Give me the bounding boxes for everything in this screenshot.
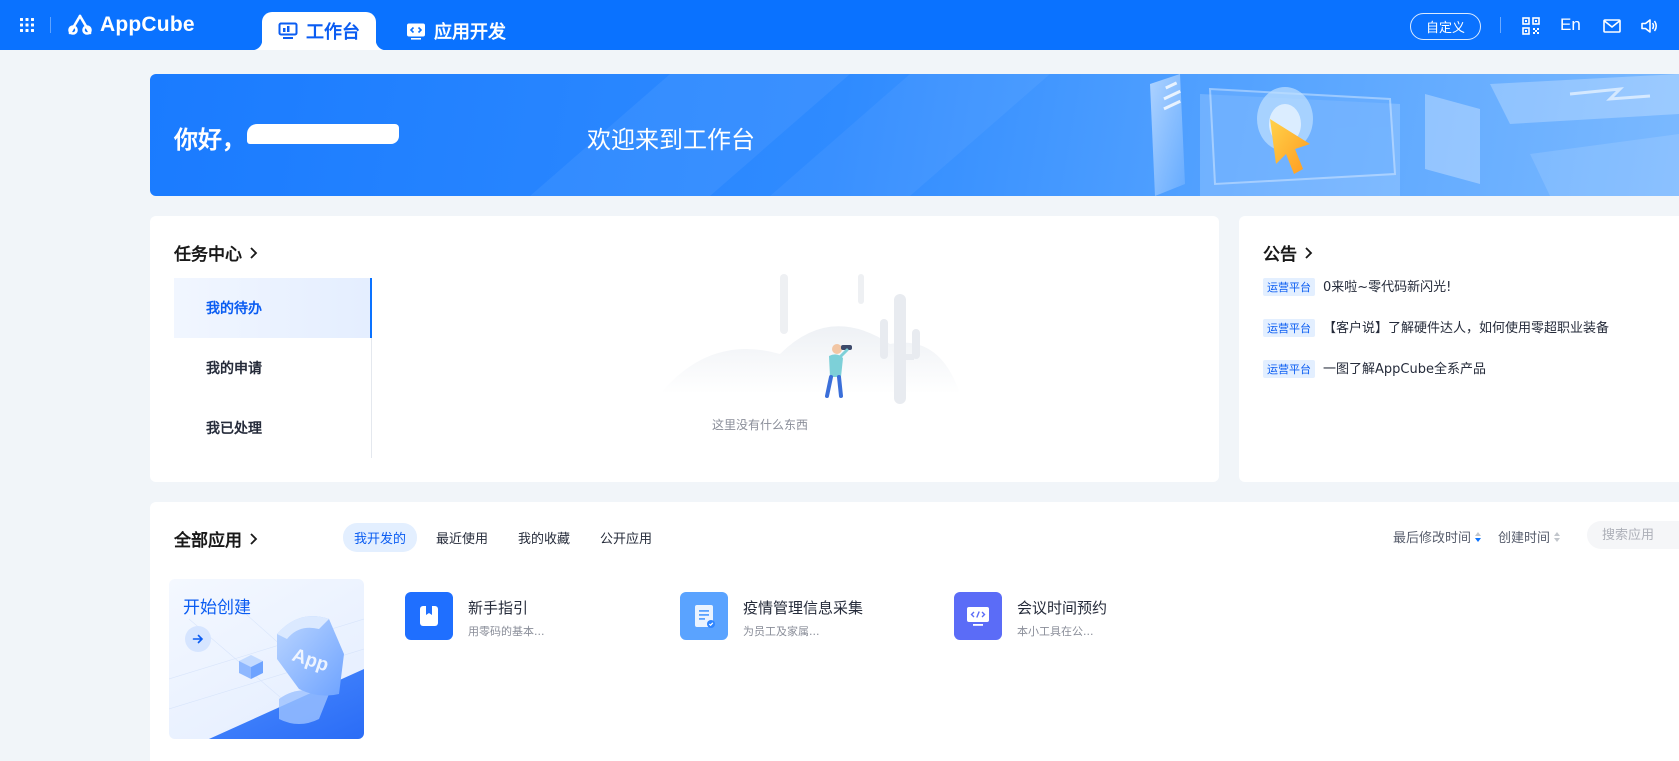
logo-text: AppCube (100, 13, 195, 36)
chevron-right-icon (250, 246, 258, 259)
task-menu-applied[interactable]: 我的申请 (174, 338, 371, 398)
app-tile-guide[interactable]: 新手指引 用零码的基本... (405, 592, 545, 640)
announcement-list: 运营平台 0来啦~零代码新闪光! 运营平台 【客户说】了解硬件达人，如何使用零超… (1263, 276, 1609, 399)
announcement-item[interactable]: 运营平台 0来啦~零代码新闪光! (1263, 276, 1609, 317)
announcement-text: 一图了解AppCube全系产品 (1323, 362, 1486, 377)
empty-state-label: 这里没有什么东西 (712, 418, 809, 432)
app-desc: 本小工具在公... (1017, 625, 1094, 638)
arrow-right-icon (192, 634, 204, 644)
welcome-banner: 你好， 欢迎来到工作台 (150, 74, 1679, 196)
task-menu: 我的待办 我的申请 我已处理 (174, 278, 372, 458)
sort-group: 最后修改时间 创建时间 (1393, 527, 1561, 546)
appcube-logo-icon (68, 14, 92, 35)
start-create-label: 开始创建 (183, 598, 251, 618)
mail-icon[interactable] (1602, 16, 1622, 36)
bookmark-icon (405, 592, 453, 640)
announcement-text: 0来啦~零代码新闪光! (1323, 280, 1452, 295)
filter-tab-public[interactable]: 公开应用 (589, 523, 663, 552)
all-apps-title[interactable]: 全部应用 (174, 526, 260, 551)
sort-by-modified[interactable]: 最后修改时间 (1393, 527, 1482, 546)
form-icon (680, 592, 728, 640)
sort-by-modified-label: 最后修改时间 (1393, 531, 1472, 546)
greeting-text: 你好， (174, 126, 246, 154)
app-tile-text: 疫情管理信息采集 为员工及家属... (743, 592, 863, 640)
task-center-card: 任务中心 我的待办 我的申请 我已处理 这里没有什么东西 (150, 216, 1219, 482)
welcome-text: 欢迎来到工作台 (587, 126, 755, 154)
start-create-card[interactable]: App 开始创建 (169, 579, 364, 739)
app-name: 疫情管理信息采集 (743, 599, 864, 617)
app-name: 会议时间预约 (1017, 599, 1108, 617)
tab-workbench[interactable]: 工作台 (252, 12, 386, 50)
announcement-title-text: 公告 (1263, 245, 1297, 265)
app-filter-tabs: 我开发的 最近使用 我的收藏 公开应用 (343, 523, 663, 552)
app-desc: 为员工及家属... (743, 625, 820, 638)
app-tile-meeting[interactable]: 会议时间预约 本小工具在公... (954, 592, 1107, 640)
top-separator (1500, 17, 1501, 33)
app-name: 新手指引 (468, 599, 529, 617)
filter-tab-recent[interactable]: 最近使用 (425, 523, 499, 552)
app-tile-text: 会议时间预约 本小工具在公... (1017, 592, 1107, 640)
tab-app-dev[interactable]: 应用开发 (390, 12, 522, 50)
announcement-item[interactable]: 运营平台 一图了解AppCube全系产品 (1263, 358, 1609, 399)
filter-tab-my-developed[interactable]: 我开发的 (343, 523, 418, 552)
all-apps-card: 全部应用 我开发的 最近使用 我的收藏 公开应用 最后修改时间 创建时间 搜索应… (150, 502, 1679, 761)
search-app-input[interactable] (1587, 521, 1679, 549)
announcement-text: 【客户说】了解硬件达人，如何使用零超职业装备 (1323, 321, 1610, 336)
code-window-icon (407, 23, 425, 40)
task-menu-todo[interactable]: 我的待办 (174, 278, 372, 338)
language-toggle[interactable]: En (1560, 15, 1581, 35)
customize-button[interactable]: 自定义 (1410, 13, 1481, 40)
filter-tab-favorites[interactable]: 我的收藏 (507, 523, 581, 552)
apps-grid-icon[interactable] (19, 17, 35, 33)
announcement-tag: 运营平台 (1263, 278, 1315, 296)
task-center-title-text: 任务中心 (174, 245, 242, 265)
sort-by-created-label: 创建时间 (1498, 531, 1551, 546)
app-tile-epidemic[interactable]: 疫情管理信息采集 为员工及家属... (680, 592, 863, 640)
qr-code-icon[interactable] (1521, 16, 1541, 36)
speaker-icon[interactable] (1639, 16, 1659, 36)
sort-desc-icon (1475, 531, 1482, 542)
task-menu-processed[interactable]: 我已处理 (174, 398, 371, 458)
all-apps-title-text: 全部应用 (174, 531, 242, 551)
app-logo[interactable]: AppCube (66, 13, 195, 37)
top-divider (50, 17, 51, 33)
top-bar: AppCube 工作台 应用开发 自定义 En (0, 0, 1679, 50)
tab-workbench-label: 工作台 (306, 22, 360, 43)
announcement-tag: 运营平台 (1263, 319, 1315, 337)
announcement-tag: 运营平台 (1263, 360, 1315, 378)
announcement-item[interactable]: 运营平台 【客户说】了解硬件达人，如何使用零超职业装备 (1263, 317, 1609, 358)
empty-state-illustration (660, 274, 960, 404)
announcement-card: 公告 运营平台 0来啦~零代码新闪光! 运营平台 【客户说】了解硬件达人，如何使… (1239, 216, 1679, 482)
chevron-right-icon (1305, 246, 1313, 259)
code-screen-icon (954, 592, 1002, 640)
app-tile-text: 新手指引 用零码的基本... (468, 592, 545, 640)
app-desc: 用零码的基本... (468, 625, 545, 638)
monitor-icon (278, 22, 298, 39)
tab-app-dev-label: 应用开发 (434, 22, 506, 43)
announcement-title[interactable]: 公告 (1263, 240, 1315, 265)
sort-by-created[interactable]: 创建时间 (1498, 527, 1561, 546)
create-arrow-button[interactable] (185, 626, 211, 652)
sort-icon (1554, 531, 1561, 542)
task-center-title[interactable]: 任务中心 (174, 240, 260, 265)
redacted-username (247, 124, 399, 144)
chevron-right-icon (250, 532, 258, 545)
